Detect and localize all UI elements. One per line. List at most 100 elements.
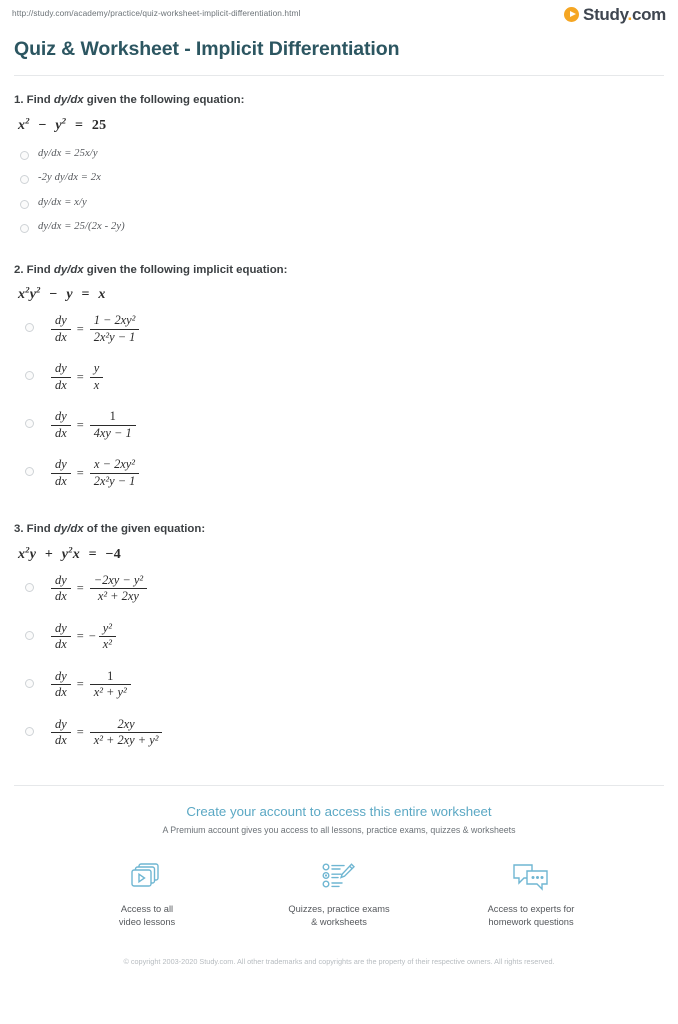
q1-eq-equals: = <box>75 117 84 133</box>
lhs-fraction: dy dx <box>51 409 71 440</box>
q2-eq-minus: − <box>49 287 58 303</box>
feature-experts: Access to experts for homework questions <box>466 859 596 930</box>
rhs-numerator: y² <box>102 620 112 635</box>
question-1-option-2[interactable]: -2y dy/dx = 2x <box>14 172 664 185</box>
lhs-denominator: dx <box>55 589 67 604</box>
logo-tld: com <box>631 5 666 24</box>
q2-eq-y2: y <box>66 287 73 303</box>
radio-button-icon[interactable] <box>20 199 29 209</box>
rhs-fraction: 1 4xy − 1 <box>89 409 136 440</box>
option-label: dy/dx = 25/(2x - 2y) <box>38 221 125 233</box>
option-equation: dy dx = − y² x² <box>50 621 117 652</box>
rhs-fraction: 1 − 2xy² 2x²y − 1 <box>89 313 140 344</box>
question-1-option-4[interactable]: dy/dx = 25/(2x - 2y) <box>14 221 664 234</box>
lhs-fraction: dy dx <box>51 573 71 604</box>
q3-eq-y: y <box>29 546 37 562</box>
equals-sign: = <box>76 581 84 596</box>
question-1: 1. Find dy/dx given the following equati… <box>14 76 664 234</box>
equals-sign: = <box>76 321 84 336</box>
rhs-numerator: 1 <box>109 409 116 424</box>
radio-button-icon[interactable] <box>25 323 34 333</box>
question-2: 2. Find dy/dx given the following implic… <box>14 246 664 498</box>
rhs-denominator: x² <box>102 637 112 652</box>
question-3-option-1[interactable]: dy dx = −2xy − y² x² + 2xy <box>14 573 664 613</box>
option-label: -2y dy/dx = 2x <box>38 172 101 184</box>
rhs-fraction: −2xy − y² x² + 2xy <box>89 573 148 604</box>
lhs-numerator: dy <box>55 409 67 424</box>
radio-button-icon[interactable] <box>25 467 34 477</box>
feature-video-lessons: Access to all video lessons <box>82 859 212 930</box>
radio-button-icon[interactable] <box>25 678 34 688</box>
question-3-prompt: 3. Find dy/dx of the given equation: <box>14 521 664 538</box>
option-equation: dy dx = 1 − 2xy² 2x²y − 1 <box>50 313 140 344</box>
title-section: Quiz & Worksheet - Implicit Differentiat… <box>0 30 678 77</box>
rhs-fraction: y x <box>89 361 104 392</box>
lhs-fraction: dy dx <box>51 457 71 488</box>
question-2-option-1[interactable]: dy dx = 1 − 2xy² 2x²y − 1 <box>14 313 664 353</box>
radio-button-icon[interactable] <box>20 224 29 234</box>
lhs-denominator: dx <box>55 685 67 700</box>
question-1-prompt: 1. Find dy/dx given the following equati… <box>14 92 664 109</box>
radio-button-icon[interactable] <box>20 175 29 185</box>
option-equation: dy dx = x − 2xy² 2x²y − 1 <box>50 457 140 488</box>
question-2-option-4[interactable]: dy dx = x − 2xy² 2x²y − 1 <box>14 457 664 497</box>
question-2-prompt-italic: dy/dx <box>53 263 84 276</box>
question-1-equation: x2 − y2 = 25 <box>18 115 664 134</box>
equals-sign: = <box>76 369 84 384</box>
rhs-denominator: x² + y² <box>93 685 127 700</box>
q1-eq-rhs: 25 <box>91 117 107 133</box>
option-equation: dy dx = 1 4xy − 1 <box>50 409 137 440</box>
worksheet-page: http://study.com/academy/practice/quiz-w… <box>0 0 678 1024</box>
question-3-options: dy dx = −2xy − y² x² + 2xy dy dx = − y² … <box>14 573 664 757</box>
question-3: 3. Find dy/dx of the given equation: x2y… <box>14 505 664 757</box>
q3-eq-equals: = <box>88 546 97 562</box>
rhs-fraction: x − 2xy² 2x²y − 1 <box>89 457 140 488</box>
study-com-logo[interactable]: Study.com <box>564 6 666 23</box>
lhs-fraction: dy dx <box>51 313 71 344</box>
question-1-option-1[interactable]: dy/dx = 25x/y <box>14 148 664 160</box>
rhs-numerator: 1 − 2xy² <box>93 313 136 328</box>
radio-button-icon[interactable] <box>25 371 34 381</box>
q3-eq-plus: + <box>44 546 54 562</box>
q1-eq-minus: − <box>38 117 47 133</box>
video-lessons-icon <box>82 859 212 895</box>
rhs-numerator: 1 <box>107 668 114 683</box>
rhs-denominator: x² + 2xy + y² <box>93 733 159 748</box>
promo-title[interactable]: Create your account to access this entir… <box>0 804 678 819</box>
lhs-numerator: dy <box>55 620 67 635</box>
question-2-option-3[interactable]: dy dx = 1 4xy − 1 <box>14 409 664 449</box>
promo-features: Access to all video lessons Quizzes, pra… <box>0 859 678 930</box>
radio-button-icon[interactable] <box>25 419 34 429</box>
question-1-number: 1. <box>14 94 24 107</box>
promo-subtitle: A Premium account gives you access to al… <box>162 824 516 835</box>
question-2-prompt-after: given the following implicit equation: <box>83 263 288 276</box>
question-1-option-3[interactable]: dy/dx = x/y <box>14 197 664 209</box>
radio-button-icon[interactable] <box>20 150 29 160</box>
q2-eq-rhs: x <box>98 287 106 303</box>
rhs-fraction: 1 x² + y² <box>89 668 131 700</box>
option-equation: dy dx = 1 x² + y² <box>50 669 132 700</box>
lhs-numerator: dy <box>55 361 67 376</box>
question-3-option-3[interactable]: dy dx = 1 x² + y² <box>14 669 664 709</box>
q1-eq-x-exp: 2 <box>25 115 30 126</box>
question-3-prompt-before: Find <box>26 523 54 536</box>
lhs-numerator: dy <box>55 572 67 587</box>
leading-minus-sign: − <box>88 629 96 644</box>
radio-button-icon[interactable] <box>25 582 34 592</box>
question-3-option-4[interactable]: dy dx = 2xy x² + 2xy + y² <box>14 717 664 757</box>
questions-container: 1. Find dy/dx given the following equati… <box>0 76 678 757</box>
question-3-option-2[interactable]: dy dx = − y² x² <box>14 621 664 661</box>
question-2-prompt: 2. Find dy/dx given the following implic… <box>14 262 664 279</box>
lhs-numerator: dy <box>55 668 67 683</box>
rhs-numerator: x − 2xy² <box>94 457 136 472</box>
equals-sign: = <box>76 677 84 692</box>
lhs-denominator: dx <box>55 473 67 488</box>
radio-button-icon[interactable] <box>25 726 34 736</box>
copyright-text: © copyright 2003-2020 Study.com. All oth… <box>123 956 555 966</box>
question-2-option-2[interactable]: dy dx = y x <box>14 361 664 401</box>
radio-button-icon[interactable] <box>25 630 34 640</box>
lhs-denominator: dx <box>55 377 67 392</box>
question-2-options: dy dx = 1 − 2xy² 2x²y − 1 dy dx = y x dy… <box>14 313 664 497</box>
chat-bubbles-icon <box>466 859 596 895</box>
question-2-number: 2. <box>14 263 24 276</box>
